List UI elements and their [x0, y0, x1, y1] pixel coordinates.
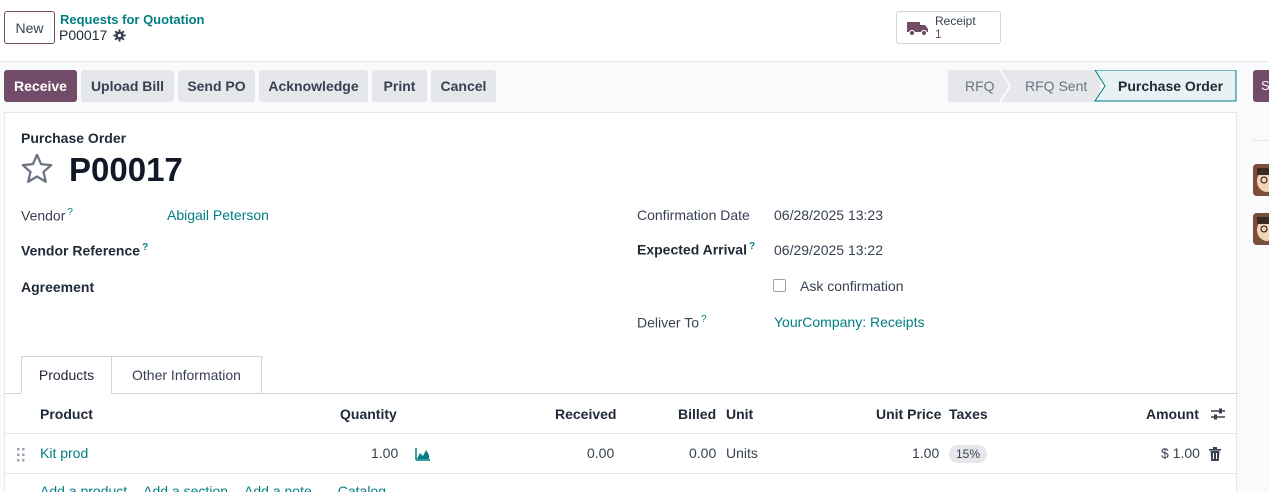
receipt-count: 1: [935, 26, 942, 41]
column-billed[interactable]: Billed: [678, 406, 716, 422]
add-line-links: Add a product Add a section Add a note C…: [40, 483, 386, 492]
help-icon[interactable]: ?: [749, 241, 755, 252]
status-rfq[interactable]: RFQ: [965, 78, 995, 94]
acknowledge-button[interactable]: Acknowledge: [259, 70, 368, 102]
expected-arrival-field[interactable]: 06/29/2025 13:22: [774, 242, 883, 258]
chatter-send-button[interactable]: S: [1253, 70, 1269, 102]
send-po-button[interactable]: Send PO: [178, 70, 255, 102]
column-taxes[interactable]: Taxes: [949, 406, 988, 422]
help-icon[interactable]: ?: [142, 242, 148, 253]
quantity-cell[interactable]: 1.00: [371, 445, 398, 461]
receive-button[interactable]: Receive: [4, 70, 77, 102]
confirmation-date-field[interactable]: 06/28/2025 13:23: [774, 207, 883, 223]
help-icon[interactable]: ?: [67, 207, 73, 218]
print-button[interactable]: Print: [372, 70, 427, 102]
breadcrumb-current-label: P00017: [59, 27, 108, 43]
truck-icon: [907, 21, 928, 36]
ask-confirmation-checkbox[interactable]: [773, 279, 786, 292]
receipt-label: Receipt: [935, 13, 976, 28]
trash-icon[interactable]: [1209, 447, 1221, 461]
avatar-face-icon: [1253, 164, 1269, 196]
gear-icon[interactable]: [113, 28, 126, 42]
deliver-to-label: Deliver To?: [637, 314, 707, 331]
column-received[interactable]: Received: [555, 406, 616, 422]
cancel-button[interactable]: Cancel: [431, 70, 496, 102]
forecast-graph-icon[interactable]: [415, 447, 431, 461]
document-name: P00017: [69, 151, 183, 188]
column-product[interactable]: Product: [40, 406, 93, 422]
ask-confirmation-label: Ask confirmation: [800, 278, 904, 294]
confirmation-date-label: Confirmation Date: [637, 207, 750, 223]
received-cell: 0.00: [587, 445, 615, 461]
star-icon[interactable]: [20, 152, 54, 186]
avatar-face-icon: [1253, 213, 1269, 245]
billed-cell: 0.00: [689, 445, 717, 461]
help-icon[interactable]: ?: [701, 314, 707, 325]
document-type-label: Purchase Order: [21, 130, 127, 146]
amount-cell: $ 1.00: [1161, 445, 1200, 461]
status-rfq-sent[interactable]: RFQ Sent: [1025, 78, 1087, 94]
product-cell[interactable]: Kit prod: [40, 445, 88, 461]
agreement-field[interactable]: [167, 273, 587, 299]
status-purchase-order[interactable]: Purchase Order: [1118, 78, 1223, 94]
vendor-label: Vendor?: [21, 207, 73, 224]
optional-columns-icon[interactable]: [1211, 407, 1225, 421]
tab-products[interactable]: Products: [21, 356, 112, 394]
column-quantity[interactable]: Quantity: [340, 406, 397, 422]
column-unit[interactable]: Unit: [726, 406, 753, 422]
drag-handle-icon[interactable]: [17, 448, 25, 462]
vendor-reference-label: Vendor Reference?: [21, 242, 149, 259]
upload-bill-button[interactable]: Upload Bill: [81, 70, 174, 102]
column-amount[interactable]: Amount: [1146, 406, 1199, 422]
tab-other-information[interactable]: Other Information: [112, 356, 262, 394]
catalog-link[interactable]: Catalog: [338, 483, 386, 492]
avatar[interactable]: [1253, 213, 1269, 245]
chatter-divider: [1253, 140, 1269, 141]
expected-arrival-label: Expected Arrival?: [637, 241, 756, 258]
breadcrumb-parent-link[interactable]: Requests for Quotation: [60, 12, 204, 27]
add-product-link[interactable]: Add a product: [40, 483, 127, 492]
agreement-label: Agreement: [21, 279, 95, 295]
unit-cell[interactable]: Units: [726, 445, 758, 461]
breadcrumb-current: P00017: [59, 27, 126, 43]
vendor-field[interactable]: Abigail Peterson: [167, 207, 269, 223]
column-unit-price[interactable]: Unit Price: [876, 406, 941, 422]
unit-price-cell[interactable]: 1.00: [912, 445, 939, 461]
receipt-smart-button[interactable]: Receipt 1: [896, 11, 1001, 44]
new-button[interactable]: New: [4, 11, 55, 44]
action-bar: Receive Upload Bill Send PO Acknowledge …: [0, 62, 1269, 112]
table-row[interactable]: Kit prod 1.00 0.00 0.00 Units 1.00 15% $…: [5, 434, 1238, 474]
deliver-to-field[interactable]: YourCompany: Receipts: [774, 314, 924, 330]
add-section-link[interactable]: Add a section: [143, 483, 228, 492]
control-panel: New Requests for Quotation P00017 Receip…: [0, 0, 1269, 62]
tax-badge[interactable]: 15%: [949, 445, 988, 463]
add-note-link[interactable]: Add a note: [244, 483, 312, 492]
avatar[interactable]: [1253, 164, 1269, 196]
vendor-reference-field[interactable]: [167, 237, 587, 263]
form-sheet: Purchase Order P00017 Vendor? Abigail Pe…: [4, 112, 1238, 492]
table-header: Product Quantity Received Billed Unit Un…: [5, 394, 1238, 434]
